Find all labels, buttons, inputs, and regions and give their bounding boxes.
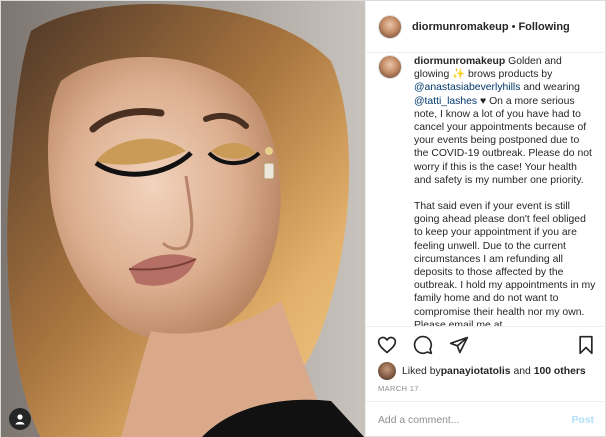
- post-date[interactable]: MARCH 17: [378, 384, 419, 393]
- comment-button[interactable]: [412, 334, 434, 356]
- divider: [366, 326, 606, 327]
- caption-paragraph-2: That said even if your event is still go…: [414, 201, 596, 326]
- person-icon: [15, 414, 25, 425]
- post-photo[interactable]: [1, 1, 365, 437]
- comment-form: Post: [366, 401, 606, 437]
- comment-input[interactable]: [378, 414, 572, 426]
- likes-prefix: Liked by: [402, 365, 441, 377]
- caption-scroll-area[interactable]: diormunromakeup Golden and glowing ✨ bro…: [366, 53, 606, 326]
- header-username-link[interactable]: diormunromakeup: [412, 21, 509, 33]
- separator-dot: •: [511, 20, 516, 33]
- likes-and: and: [510, 365, 534, 377]
- save-button[interactable]: [575, 334, 597, 356]
- liker-avatar[interactable]: [378, 362, 396, 380]
- post-button[interactable]: Post: [571, 415, 594, 426]
- likes-summary: Liked by panayiotatolis and 100 others: [378, 362, 586, 380]
- following-button[interactable]: Following: [518, 21, 569, 33]
- caption-text: diormunromakeup Golden and glowing ✨ bro…: [414, 55, 596, 326]
- caption-username-link[interactable]: diormunromakeup: [414, 56, 505, 67]
- bookmark-icon: [579, 335, 593, 355]
- others-likes-link[interactable]: 100 others: [534, 366, 586, 377]
- share-icon: [449, 336, 469, 354]
- share-button[interactable]: [448, 334, 470, 356]
- caption-part-2: and wearing: [520, 82, 580, 94]
- comment-icon: [413, 335, 433, 355]
- mention-link-anastasiabeverlyhills[interactable]: @anastasiabeverlyhills: [414, 82, 520, 93]
- like-button[interactable]: [376, 334, 398, 356]
- post-details-pane: diormunromakeup • Following diormunromak…: [365, 1, 606, 437]
- action-bar: [376, 330, 597, 360]
- post-header: diormunromakeup • Following: [366, 1, 606, 53]
- liker-username-link[interactable]: panayiotatolis: [441, 366, 511, 377]
- tagged-users-button[interactable]: [9, 408, 31, 430]
- caption-part-3: ♥ On a more serious note, I know a lot o…: [414, 95, 592, 186]
- avatar[interactable]: [378, 14, 402, 39]
- instagram-post-window: diormunromakeup • Following diormunromak…: [0, 0, 606, 437]
- mention-link-tatti-lashes[interactable]: @tatti_lashes: [414, 96, 477, 107]
- portrait-illustration: [1, 1, 365, 437]
- caption-avatar[interactable]: [378, 55, 402, 79]
- heart-icon: [377, 336, 397, 354]
- caption-row: diormunromakeup Golden and glowing ✨ bro…: [378, 53, 596, 326]
